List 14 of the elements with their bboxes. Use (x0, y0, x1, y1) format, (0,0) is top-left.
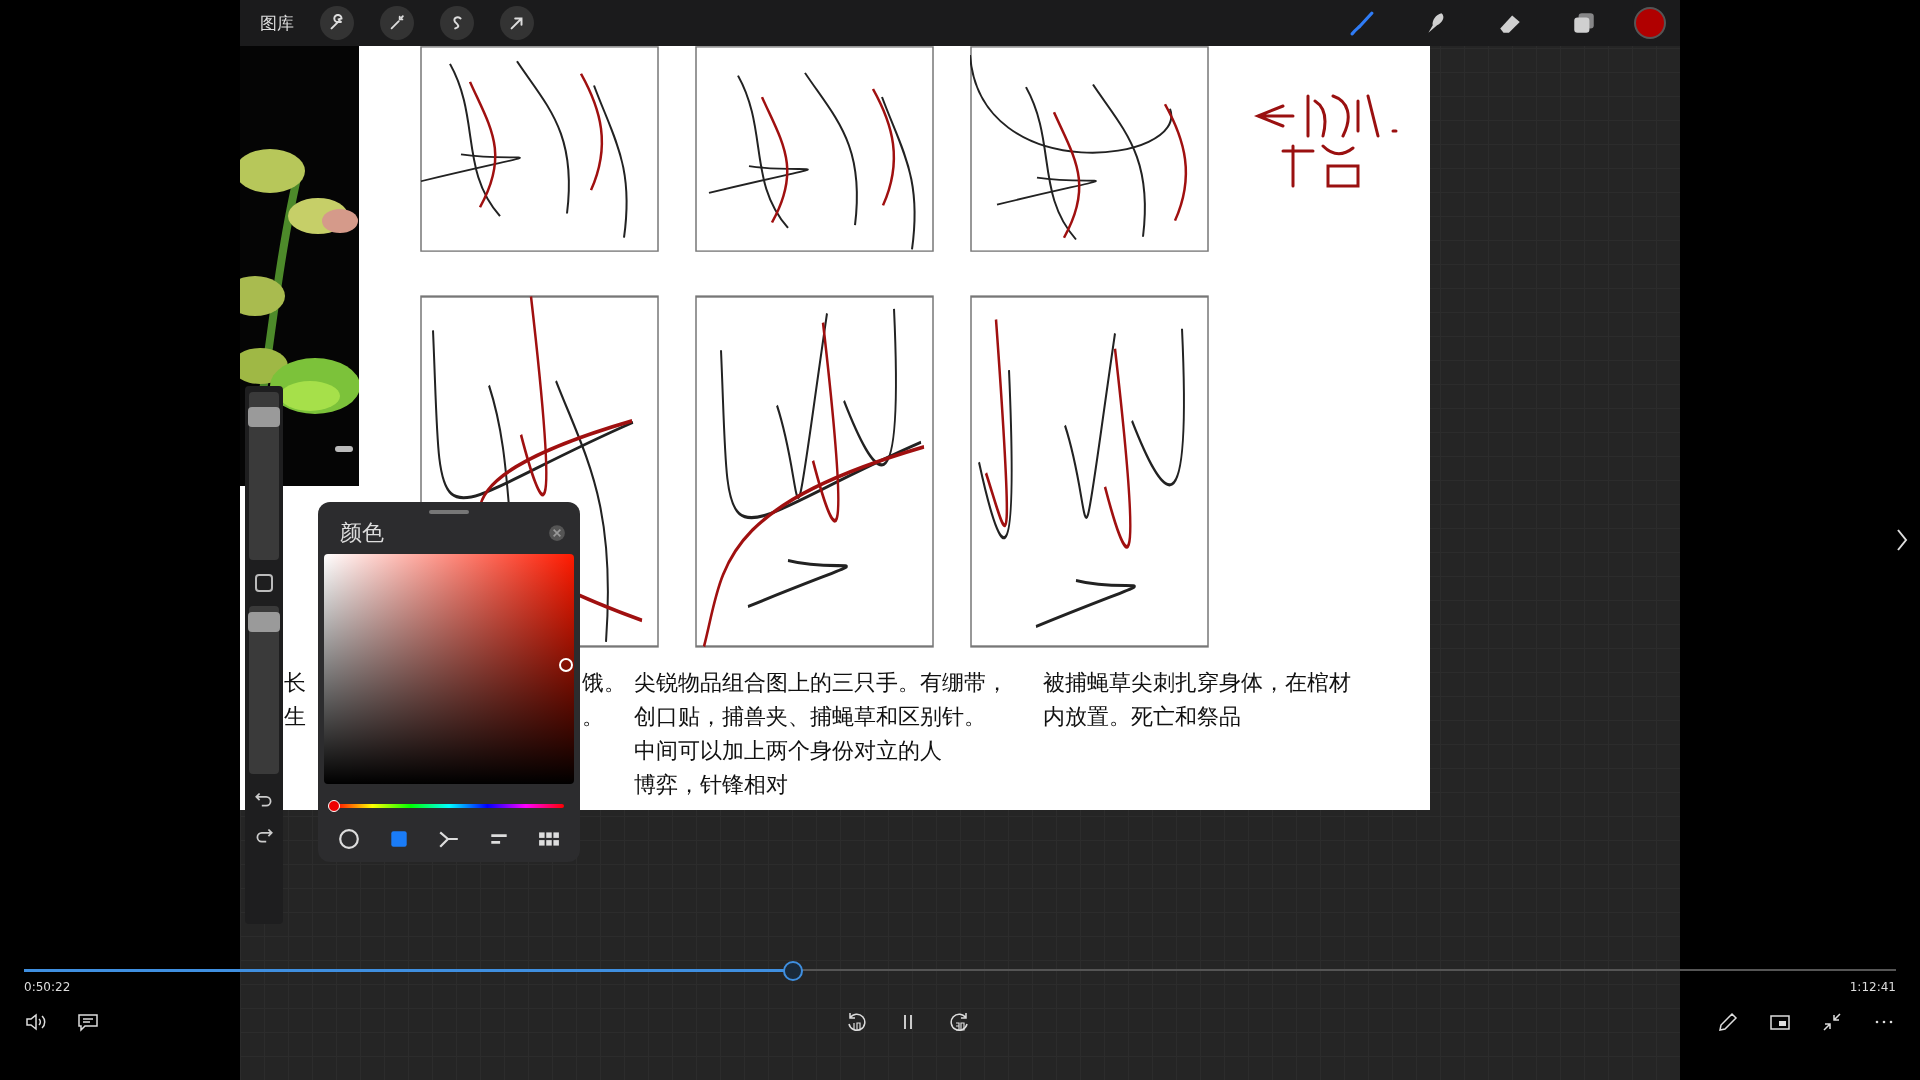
gallery-link[interactable]: 图库 (260, 11, 294, 35)
elapsed-time: 0:50:22 (24, 980, 71, 994)
note-line: 生 (284, 703, 307, 731)
note-line: 尖锐物品组合图上的三只手。有绷带， (634, 669, 1009, 697)
note-line: 长 (284, 669, 307, 697)
note-line: 。 (582, 703, 605, 731)
panel-title: 颜色 (340, 519, 384, 547)
note-line: 创口贴，捕兽夹、捕蝇草和区别针。 (634, 703, 987, 731)
total-time: 1:12:41 (1849, 980, 1896, 994)
note-line: 被捕蝇草尖刺扎穿身体，在棺材 (1043, 669, 1352, 697)
note-line: 中间可以加上两个身份对立的人 (634, 737, 943, 765)
note-line: 饿。 (582, 669, 627, 697)
note-line: 博弈，针锋相对 (634, 771, 789, 799)
note-line: 内放置。死亡和祭品 (1043, 703, 1242, 731)
